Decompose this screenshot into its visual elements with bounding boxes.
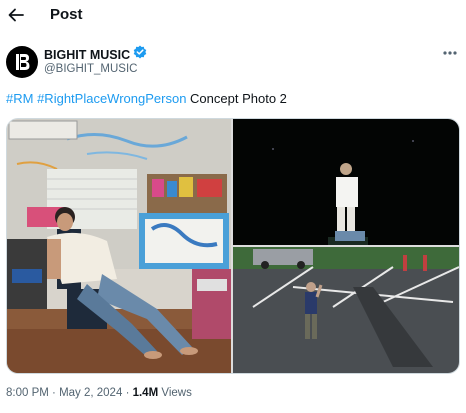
photo-night-standing[interactable] [233, 119, 459, 245]
verified-badge-icon [133, 45, 147, 64]
page-title: Post [50, 6, 83, 23]
arrow-left-icon[interactable] [6, 5, 26, 25]
author-name-row: BIGHIT MUSIC [44, 45, 147, 64]
post-meta: 8:00 PM · May 2, 2024 · 1.4M Views [6, 387, 192, 399]
author-handle[interactable]: @BIGHIT_MUSIC [44, 63, 137, 75]
more-horizontal-icon[interactable] [440, 46, 460, 60]
photo-parking-lot[interactable] [233, 247, 459, 373]
views-label: Views [161, 387, 192, 399]
top-bar: Post [0, 0, 466, 32]
hashtag-rightplacewrongperson[interactable]: #RightPlaceWrongPerson [37, 91, 186, 106]
media-grid [6, 118, 460, 374]
avatar[interactable] [6, 46, 38, 78]
tweet-text: #RM #RightPlaceWrongPerson Concept Photo… [6, 91, 287, 106]
author-name[interactable]: BIGHIT MUSIC [44, 48, 130, 62]
bighit-logo-icon [16, 54, 30, 70]
photo-room-chair[interactable] [7, 119, 231, 373]
post-time[interactable]: 8:00 PM [6, 387, 49, 399]
tweet-body-text: Concept Photo 2 [190, 91, 287, 106]
views-count: 1.4M [132, 387, 159, 399]
post-date[interactable]: May 2, 2024 [59, 387, 122, 399]
hashtag-rm[interactable]: #RM [6, 91, 33, 106]
